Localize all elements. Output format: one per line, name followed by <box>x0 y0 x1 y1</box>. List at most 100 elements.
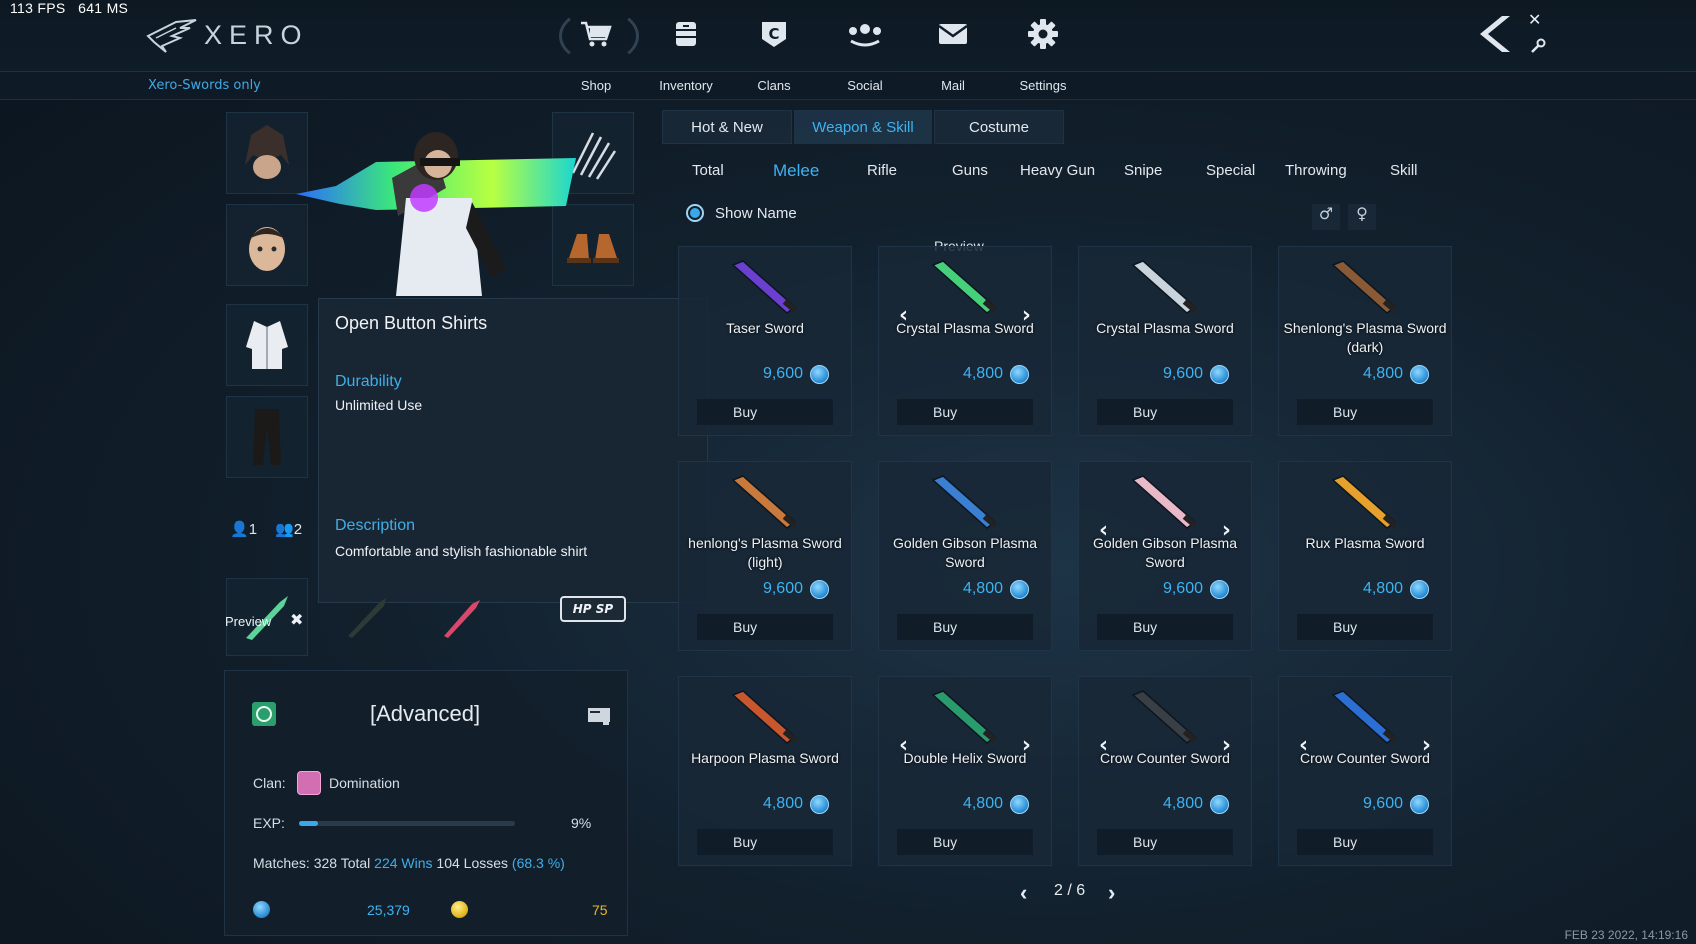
description-label: Description <box>335 517 416 534</box>
subtab-skill[interactable]: Skill <box>1390 162 1418 179</box>
nav-shop[interactable]: Shop <box>559 8 639 93</box>
shop-item-card[interactable]: Golden Gibson Plasma Sword 9,600 Buy ‹ › <box>1078 461 1252 651</box>
item-tooltip: Open Button Shirts Durability Unlimited … <box>318 298 708 603</box>
buy-button[interactable]: Buy <box>1097 399 1233 425</box>
preset-2-button[interactable]: 👥2 <box>275 520 302 538</box>
prev-page-icon[interactable]: ‹ <box>1020 880 1027 906</box>
nav-label: Shop <box>580 78 612 93</box>
blue-coin-icon <box>1010 795 1029 814</box>
shop-item-card[interactable]: Harpoon Plasma Sword 4,800 Buy <box>678 676 852 866</box>
nav-inventory[interactable]: Inventory <box>651 12 721 93</box>
weapon-slot-3[interactable] <box>420 578 502 656</box>
female-filter-button[interactable]: ♀ <box>1348 204 1376 230</box>
wins-count: 224 Wins <box>374 855 433 871</box>
next-variant-icon[interactable]: › <box>1022 303 1031 328</box>
next-variant-icon[interactable]: › <box>1022 733 1031 758</box>
nav-clans[interactable]: C Clans <box>739 12 809 93</box>
shop-item-card[interactable]: Taser Sword 9,600 Buy <box>678 246 852 436</box>
nav-mail[interactable]: Mail <box>918 12 988 93</box>
item-price: 4,800 <box>962 795 1003 812</box>
subtab-throwing[interactable]: Throwing <box>1285 162 1347 179</box>
subtab-snipe[interactable]: Snipe <box>1124 162 1162 179</box>
mail-icon <box>918 12 988 56</box>
preset-1-button[interactable]: 👤1 <box>230 520 257 538</box>
tab-hot-new[interactable]: Hot & New <box>662 110 792 144</box>
shop-item-card[interactable]: Crow Counter Sword 9,600 Buy ‹ › <box>1278 676 1452 866</box>
face-icon <box>249 227 285 271</box>
prev-variant-icon[interactable]: ‹ <box>899 303 908 328</box>
next-page-icon[interactable]: › <box>1108 880 1115 906</box>
next-variant-icon[interactable]: › <box>1222 518 1231 543</box>
remove-preview-icon[interactable]: ✖ <box>290 610 303 629</box>
card-icon[interactable] <box>587 707 611 728</box>
shirt-icon <box>246 321 288 369</box>
character-preview[interactable] <box>296 118 580 296</box>
hair-icon <box>245 125 289 179</box>
item-price: 4,800 <box>962 365 1003 382</box>
prev-variant-icon[interactable]: ‹ <box>1099 518 1108 543</box>
blue-coin-icon <box>1410 580 1429 599</box>
buy-button[interactable]: Buy <box>897 829 1033 855</box>
item-name: Crystal Plasma Sword <box>1096 320 1234 336</box>
nav-social[interactable]: Social <box>830 12 900 93</box>
item-price: 4,800 <box>962 580 1003 597</box>
player-stats-panel: [Advanced] Clan: Domination EXP: 9% Matc… <box>224 670 628 936</box>
shop-item-card[interactable]: henlong's Plasma Sword (light) 9,600 Buy <box>678 461 852 651</box>
top-slot[interactable] <box>226 304 308 386</box>
shop-item-card[interactable]: Crow Counter Sword 4,800 Buy ‹ › <box>1078 676 1252 866</box>
male-filter-button[interactable]: ♂ <box>1312 204 1340 230</box>
blue-coin-icon <box>1010 580 1029 599</box>
subtab-rifle[interactable]: Rifle <box>867 162 897 179</box>
subtab-total[interactable]: Total <box>692 162 724 179</box>
shop-item-card[interactable]: Double Helix Sword 4,800 Buy ‹ › <box>878 676 1052 866</box>
sword-icon <box>731 690 798 744</box>
next-variant-icon[interactable]: › <box>1422 733 1431 758</box>
subtab-guns[interactable]: Guns <box>952 162 988 179</box>
sword-icon <box>931 690 998 744</box>
shop-item-card[interactable]: Crystal Plasma Sword 4,800 Buy ‹ › <box>878 246 1052 436</box>
nav-label: Mail <box>941 78 965 93</box>
show-name-radio[interactable] <box>686 204 704 222</box>
matches-line: Matches: 328 Total 224 Wins 104 Losses (… <box>253 855 565 871</box>
prev-variant-icon[interactable]: ‹ <box>1099 733 1108 758</box>
buy-button[interactable]: Buy <box>897 614 1033 640</box>
buy-button[interactable]: Buy <box>1297 614 1433 640</box>
buy-button[interactable]: Buy <box>1297 829 1433 855</box>
subtab-melee[interactable]: Melee <box>773 161 819 181</box>
back-arrow-icon[interactable] <box>1476 14 1516 58</box>
tab-weapon-skill[interactable]: Weapon & Skill <box>794 110 932 144</box>
subtab-special[interactable]: Special <box>1206 162 1255 179</box>
prev-variant-icon[interactable]: ‹ <box>1299 733 1308 758</box>
nav-settings[interactable]: Settings <box>1008 12 1078 93</box>
weapon-slot-2[interactable] <box>326 578 408 656</box>
wrench-icon[interactable] <box>1530 38 1546 58</box>
subtab-heavy-gun[interactable]: Heavy Gun <box>1020 162 1095 179</box>
item-price: 9,600 <box>1162 365 1203 382</box>
item-price: 4,800 <box>1362 580 1403 597</box>
buy-button[interactable]: Buy <box>1297 399 1433 425</box>
buy-button[interactable]: Buy <box>897 399 1033 425</box>
durability-value: Unlimited Use <box>335 397 423 413</box>
shop-item-card[interactable]: Shenlong's Plasma Sword (dark) 4,800 Buy <box>1278 246 1452 436</box>
buy-button[interactable]: Buy <box>1097 614 1233 640</box>
close-icon[interactable]: ✕ <box>1528 10 1541 29</box>
buy-button[interactable]: Buy <box>697 829 833 855</box>
sword-icon <box>1331 260 1398 314</box>
durability-label: Durability <box>335 373 402 390</box>
prev-variant-icon[interactable]: ‹ <box>899 733 908 758</box>
buy-button[interactable]: Buy <box>1097 829 1233 855</box>
tab-costume[interactable]: Costume <box>934 110 1064 144</box>
blue-coin-icon <box>1210 795 1229 814</box>
server-filter-label[interactable]: Xero-Swords only <box>148 78 261 93</box>
shop-item-card[interactable]: Rux Plasma Sword 4,800 Buy <box>1278 461 1452 651</box>
next-variant-icon[interactable]: › <box>1222 733 1231 758</box>
buy-button[interactable]: Buy <box>697 614 833 640</box>
shop-item-card[interactable]: Crystal Plasma Sword 9,600 Buy <box>1078 246 1252 436</box>
blue-coin-icon <box>1210 365 1229 384</box>
blue-coin-icon <box>1010 365 1029 384</box>
item-price: 9,600 <box>762 580 803 597</box>
bottom-slot[interactable] <box>226 396 308 478</box>
hp-sp-icon[interactable]: HP SP <box>560 596 626 622</box>
buy-button[interactable]: Buy <box>697 399 833 425</box>
shop-item-card[interactable]: Golden Gibson Plasma Sword 4,800 Buy <box>878 461 1052 651</box>
